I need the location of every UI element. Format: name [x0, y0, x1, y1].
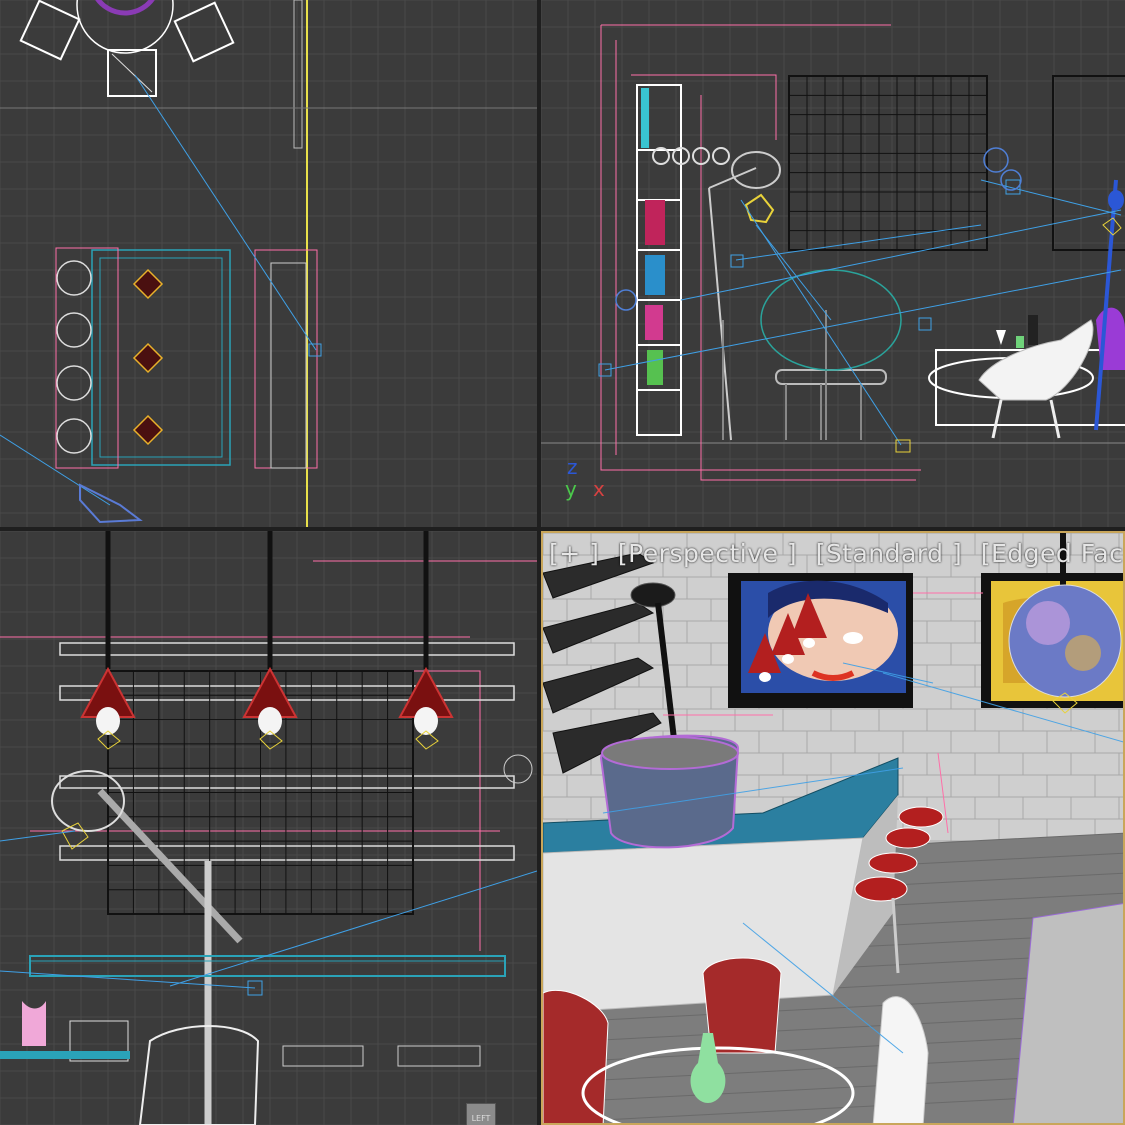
wall-shelves — [59, 642, 515, 861]
furniture-left-bottom — [0, 754, 533, 1125]
perspective-viewport-canvas[interactable] — [543, 533, 1125, 1125]
perspective-viewport[interactable]: [+ ] [Perspective ] [Standard ] [Edged F… — [541, 531, 1125, 1125]
left-viewport-canvas[interactable] — [0, 531, 537, 1125]
viewport-label: [+ ] [Perspective ] [Standard ] [Edged F… — [549, 539, 1123, 568]
top-viewport[interactable] — [0, 0, 537, 527]
viewport-shading-menu[interactable]: [Standard ] — [816, 539, 963, 568]
axis-z-label: z — [567, 455, 578, 479]
viewport-menu-plus[interactable]: [+ ] — [549, 539, 599, 568]
pop-art-painting — [728, 573, 913, 708]
pendant-lamps — [80, 531, 454, 750]
wall-segment — [293, 0, 303, 149]
bar-counter-left — [29, 955, 506, 996]
light-target-line — [0, 434, 111, 506]
top-viewport-canvas[interactable] — [0, 0, 537, 527]
spot-light-icon — [79, 483, 143, 524]
viewport-view-menu[interactable]: [Perspective ] — [618, 539, 797, 568]
3ds-max-quad-view: z y x LEFT [+] [Perspective] [Standard… — [0, 0, 1125, 1125]
left-viewport[interactable]: LEFT — [0, 531, 537, 1125]
light-target-icon — [308, 343, 322, 357]
light-target-icon — [895, 439, 911, 453]
front-viewport[interactable]: z y x — [541, 0, 1125, 527]
bar-counter-top — [55, 247, 318, 469]
viewport-display-mode-menu[interactable]: [Edged Faces ] — [981, 539, 1123, 568]
axis-y-label: y — [565, 477, 577, 501]
front-grid — [541, 0, 1125, 527]
decor-bowl — [599, 734, 740, 849]
bookshelf — [636, 84, 682, 436]
front-viewport-canvas[interactable] — [541, 0, 1125, 527]
window-grid-left — [788, 75, 988, 251]
viewcube[interactable]: LEFT — [466, 1103, 496, 1125]
axis-x-label: x — [593, 477, 605, 501]
dining-table-top — [19, 0, 235, 97]
top-grid — [0, 0, 537, 527]
